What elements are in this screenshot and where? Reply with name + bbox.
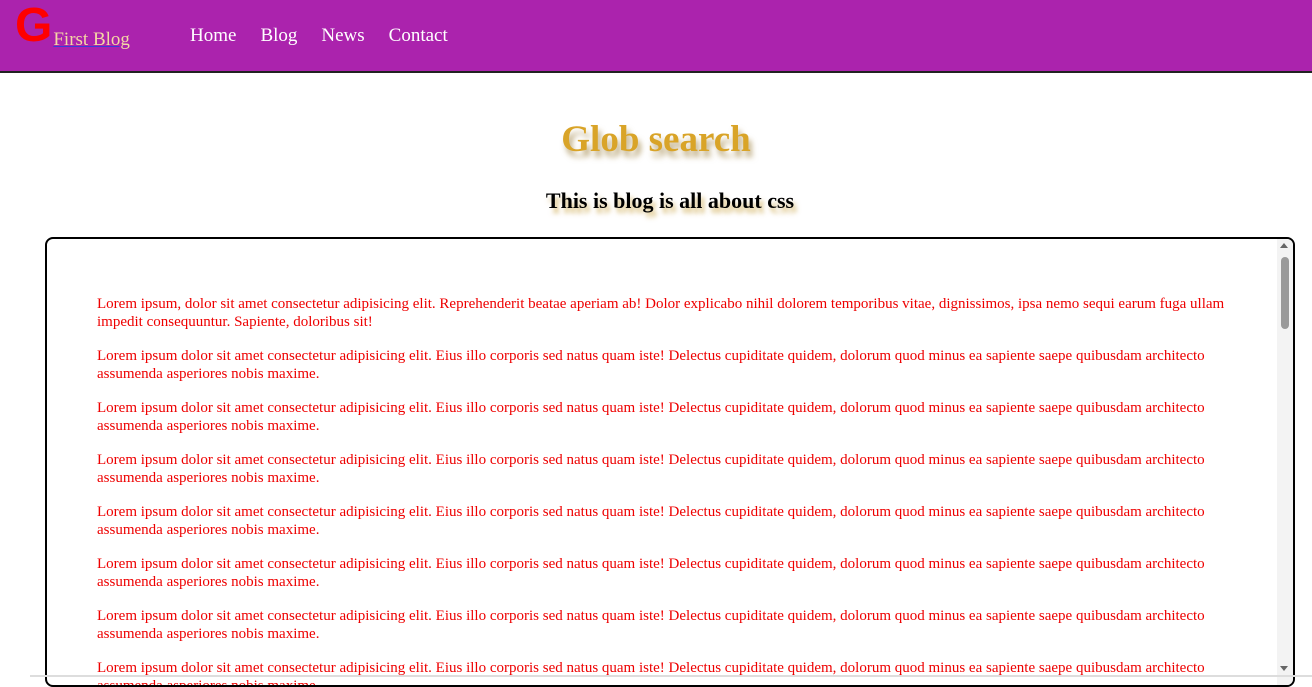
navbar: G First Blog Home Blog News Contact xyxy=(0,0,1312,73)
content-scroll-box[interactable]: Lorem ipsum, dolor sit amet consectetur … xyxy=(45,237,1295,687)
paragraph: Lorem ipsum dolor sit amet consectetur a… xyxy=(97,608,1205,642)
nav-link-home[interactable]: Home xyxy=(190,24,236,48)
vertical-scrollbar[interactable] xyxy=(1277,239,1293,685)
paragraph: Lorem ipsum dolor sit amet consectetur a… xyxy=(97,348,1205,382)
nav-link-news[interactable]: News xyxy=(321,24,364,48)
nav-link-blog[interactable]: Blog xyxy=(260,24,297,48)
paragraph: Lorem ipsum dolor sit amet consectetur a… xyxy=(97,452,1205,486)
page-title: Glob search xyxy=(561,119,751,160)
nav-links: Home Blog News Contact xyxy=(190,24,472,48)
content-body: Lorem ipsum, dolor sit amet consectetur … xyxy=(97,295,1237,687)
scrollbar-thumb[interactable] xyxy=(1281,257,1289,329)
nav-link-contact[interactable]: Contact xyxy=(389,24,448,48)
paragraph: Lorem ipsum dolor sit amet consectetur a… xyxy=(97,400,1205,434)
paragraph: Lorem ipsum dolor sit amet consectetur a… xyxy=(97,660,1205,687)
scroll-down-arrow-icon[interactable] xyxy=(1280,666,1288,671)
logo-text: First Blog xyxy=(53,29,130,50)
paragraph: Lorem ipsum dolor sit amet consectetur a… xyxy=(97,556,1205,590)
logo-link[interactable]: G First Blog xyxy=(15,2,130,62)
paragraph: Lorem ipsum, dolor sit amet consectetur … xyxy=(97,296,1225,330)
scroll-up-arrow-icon[interactable] xyxy=(1280,243,1288,248)
page-subtitle: This is blog is all about css xyxy=(545,188,795,213)
paragraph: Lorem ipsum dolor sit amet consectetur a… xyxy=(97,504,1205,538)
logo-g-icon: G xyxy=(15,0,53,52)
